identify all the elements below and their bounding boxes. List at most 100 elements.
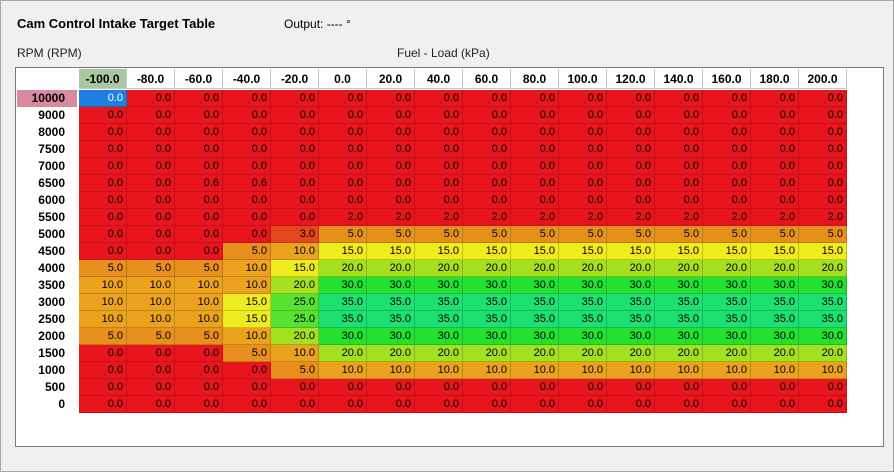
table-cell[interactable]: 0.0	[703, 107, 751, 124]
table-cell[interactable]: 30.0	[415, 277, 463, 294]
table-cell[interactable]: 0.0	[607, 192, 655, 209]
table-cell[interactable]: 0.0	[511, 192, 559, 209]
row-header[interactable]: 7500	[17, 141, 77, 158]
table-cell[interactable]: 20.0	[703, 345, 751, 362]
table-cell[interactable]: 0.0	[511, 396, 559, 413]
table-cell[interactable]: 0.0	[511, 141, 559, 158]
table-cell[interactable]: 20.0	[751, 345, 799, 362]
table-cell[interactable]: 0.0	[223, 90, 271, 107]
table-cell[interactable]: 0.0	[127, 158, 175, 175]
table-cell[interactable]: 0.0	[799, 192, 847, 209]
table-cell[interactable]: 5.0	[79, 328, 127, 345]
table-cell[interactable]: 15.0	[271, 260, 319, 277]
table-cell[interactable]: 10.0	[511, 362, 559, 379]
table-cell[interactable]: 0.0	[415, 158, 463, 175]
table-cell[interactable]: 35.0	[367, 311, 415, 328]
table-cell[interactable]: 0.0	[79, 226, 127, 243]
table-cell[interactable]: 0.0	[511, 90, 559, 107]
table-cell[interactable]: 0.0	[319, 124, 367, 141]
table-cell[interactable]: 0.0	[319, 107, 367, 124]
table-cell[interactable]: 0.0	[559, 396, 607, 413]
table-cell[interactable]: 35.0	[703, 311, 751, 328]
table-cell[interactable]: 0.0	[607, 124, 655, 141]
table-cell[interactable]: 20.0	[607, 345, 655, 362]
table-cell[interactable]: 30.0	[559, 277, 607, 294]
table-cell[interactable]: 2.0	[751, 209, 799, 226]
table-cell[interactable]: 0.0	[607, 379, 655, 396]
table-cell[interactable]: 0.0	[79, 209, 127, 226]
table-cell[interactable]: 0.0	[367, 192, 415, 209]
table-cell[interactable]: 15.0	[223, 294, 271, 311]
table-cell[interactable]: 0.0	[367, 175, 415, 192]
table-cell[interactable]: 0.0	[271, 192, 319, 209]
table-cell[interactable]: 0.0	[175, 107, 223, 124]
table-cell[interactable]: 0.0	[223, 107, 271, 124]
table-cell[interactable]: 0.0	[127, 243, 175, 260]
table-cell[interactable]: 20.0	[751, 260, 799, 277]
table-cell[interactable]: 15.0	[655, 243, 703, 260]
table-cell[interactable]: 0.0	[175, 345, 223, 362]
row-header[interactable]: 5500	[17, 209, 77, 226]
table-cell[interactable]: 0.0	[607, 90, 655, 107]
table-cell[interactable]: 0.0	[223, 124, 271, 141]
table-cell[interactable]: 30.0	[607, 328, 655, 345]
table-cell[interactable]: 35.0	[655, 311, 703, 328]
table-cell[interactable]: 10.0	[127, 294, 175, 311]
table-cell[interactable]: 3.0	[271, 226, 319, 243]
table-cell[interactable]: 20.0	[463, 345, 511, 362]
table-cell[interactable]: 10.0	[175, 311, 223, 328]
table-cell[interactable]: 0.0	[271, 209, 319, 226]
table-cell[interactable]: 2.0	[319, 209, 367, 226]
table-cell[interactable]: 0.0	[799, 379, 847, 396]
table-cell[interactable]: 30.0	[367, 277, 415, 294]
table-cell[interactable]: 0.0	[175, 243, 223, 260]
table-cell[interactable]: 5.0	[655, 226, 703, 243]
table-cell[interactable]: 0.0	[127, 362, 175, 379]
table-cell[interactable]: 5.0	[175, 260, 223, 277]
table-cell[interactable]: 30.0	[799, 277, 847, 294]
table-cell[interactable]: 10.0	[79, 294, 127, 311]
table-cell[interactable]: 20.0	[607, 260, 655, 277]
table-cell[interactable]: 35.0	[463, 294, 511, 311]
table-cell[interactable]: 0.0	[79, 362, 127, 379]
table-cell[interactable]: 10.0	[79, 277, 127, 294]
table-cell[interactable]: 10.0	[319, 362, 367, 379]
table-cell[interactable]: 0.0	[271, 396, 319, 413]
table-cell[interactable]: 0.0	[319, 141, 367, 158]
table-cell[interactable]: 15.0	[223, 311, 271, 328]
table-cell[interactable]: 0.0	[799, 158, 847, 175]
column-header[interactable]: 60.0	[463, 69, 511, 89]
table-cell[interactable]: 35.0	[655, 294, 703, 311]
table-cell[interactable]: 10.0	[223, 277, 271, 294]
table-cell[interactable]: 20.0	[655, 345, 703, 362]
table-cell[interactable]: 0.0	[271, 90, 319, 107]
table-cell[interactable]: 0.0	[559, 124, 607, 141]
table-cell[interactable]: 5.0	[175, 328, 223, 345]
row-header[interactable]: 4500	[17, 243, 77, 260]
table-cell[interactable]: 0.0	[127, 124, 175, 141]
table-cell[interactable]: 0.0	[175, 141, 223, 158]
table-cell[interactable]: 0.0	[79, 243, 127, 260]
table-cell[interactable]: 0.0	[367, 141, 415, 158]
column-header[interactable]: -80.0	[127, 69, 175, 89]
table-cell[interactable]: 0.0	[223, 192, 271, 209]
table-cell[interactable]: 0.0	[127, 141, 175, 158]
table-cell[interactable]: 0.0	[415, 175, 463, 192]
table-cell[interactable]: 0.0	[223, 158, 271, 175]
table-cell[interactable]: 0.0	[751, 90, 799, 107]
row-header[interactable]: 4000	[17, 260, 77, 277]
table-cell[interactable]: 0.0	[559, 107, 607, 124]
table-cell[interactable]: 0.0	[703, 124, 751, 141]
table-cell[interactable]: 0.0	[415, 396, 463, 413]
table-cell[interactable]: 0.0	[559, 90, 607, 107]
table-cell[interactable]: 35.0	[751, 294, 799, 311]
row-header[interactable]: 3000	[17, 294, 77, 311]
table-cell[interactable]: 35.0	[703, 294, 751, 311]
table-cell[interactable]: 35.0	[559, 311, 607, 328]
row-header[interactable]: 7000	[17, 158, 77, 175]
table-cell[interactable]: 15.0	[703, 243, 751, 260]
table-cell[interactable]: 10.0	[415, 362, 463, 379]
table-cell[interactable]: 2.0	[415, 209, 463, 226]
table-cell[interactable]: 20.0	[367, 260, 415, 277]
row-header[interactable]: 10000	[17, 90, 77, 107]
